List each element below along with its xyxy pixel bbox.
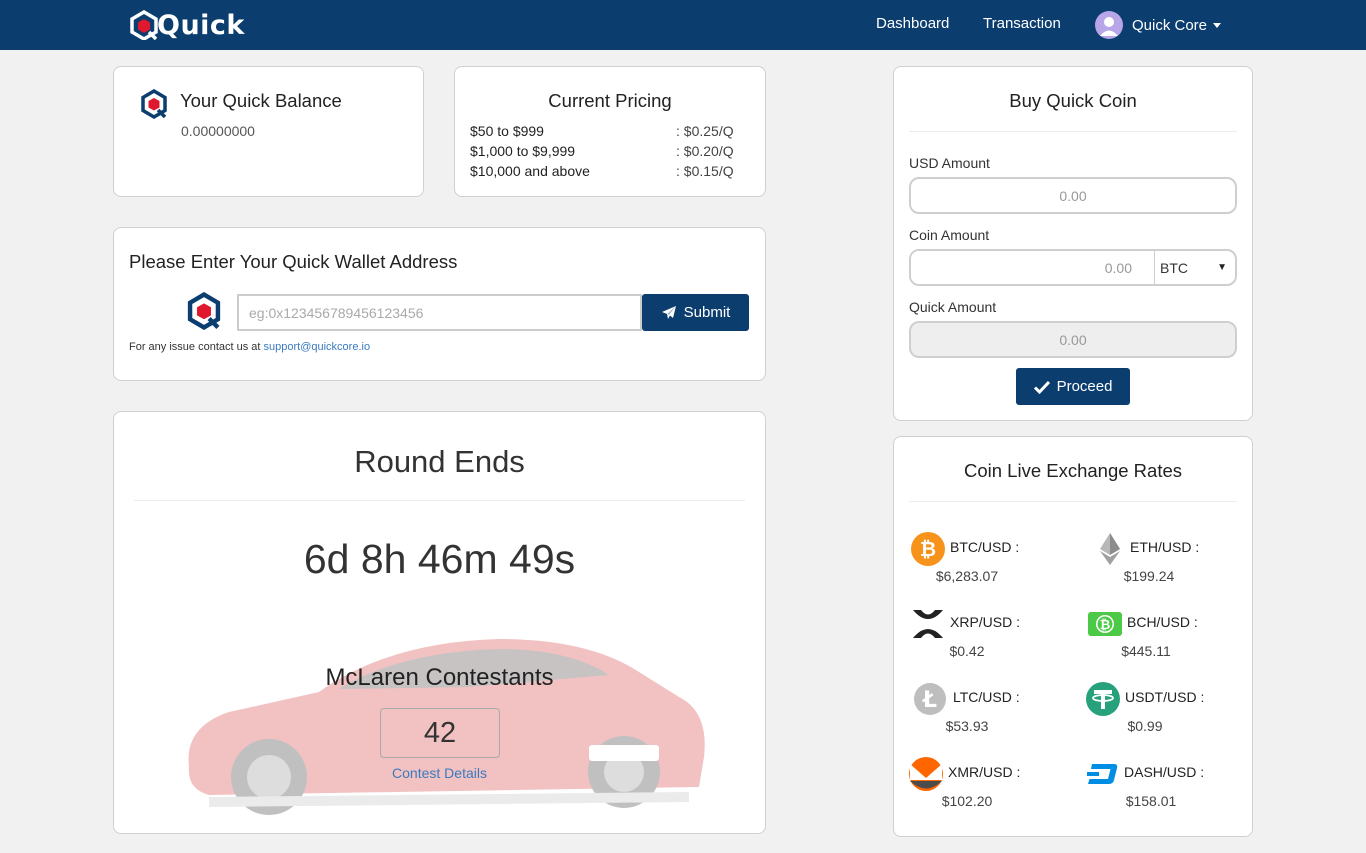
price-rate: : $0.25/Q [676,123,734,139]
buy-card: Buy Quick Coin USD Amount Coin Amount BT… [893,66,1253,421]
proceed-button[interactable]: Proceed [1016,368,1130,405]
proceed-label: Proceed [1056,378,1113,395]
coin-select-value: BTC [1160,259,1188,276]
wallet-address-input[interactable] [237,294,642,331]
price-rate: : $0.15/Q [676,163,734,179]
quick-coin-icon [141,89,167,119]
wallet-title: Please Enter Your Quick Wallet Address [129,251,458,272]
wallet-card: Please Enter Your Quick Wallet Address S… [113,227,766,381]
round-title: Round Ends [354,444,525,479]
coin-amount-input[interactable] [911,251,1155,284]
contest-title: McLaren Contestants [325,664,554,691]
coin-amount-group: BTC ▼ [909,249,1237,286]
rate-pair: DASH/USD : [1124,764,1205,780]
round-card: Round Ends 6d 8h 46m 49s McLaren Contest… [113,411,766,834]
exchange-rates-card: Coin Live Exchange Rates ₿ BTC/USD : $6,… [893,436,1253,837]
dash-icon [1087,764,1118,784]
quick-coin-icon [187,292,221,330]
rate-pair: BTC/USD : [950,539,1020,555]
rate-pair: BCH/USD : [1127,614,1198,630]
countdown-timer: 6d 8h 46m 49s [303,536,576,582]
submit-label: Submit [683,304,731,321]
rate-price: $6,283.07 [935,568,999,584]
price-rate: : $0.20/Q [676,143,734,159]
rate-pair: USDT/USD : [1125,689,1205,705]
rates-title: Coin Live Exchange Rates [963,460,1183,481]
support-text: For any issue contact us at support@quic… [129,341,370,353]
litecoin-icon: Ł [914,683,946,715]
balance-title: Your Quick Balance [180,90,342,111]
svg-text:₿: ₿ [920,537,936,561]
user-icon [1100,17,1118,36]
brand-logo[interactable]: Quick [130,8,245,42]
submit-button[interactable]: Submit [642,294,749,331]
divider [909,501,1237,502]
quick-logo-icon [130,10,158,40]
brand-name: Quick [157,9,245,41]
price-range: $50 to $999 [470,123,544,139]
rate-pair: XMR/USD : [948,764,1021,780]
check-icon [1033,380,1050,394]
contest-details-link[interactable]: Contest Details [114,765,765,781]
bitcoin-icon: ₿ [911,532,945,566]
monero-icon [909,757,943,791]
nav-transaction-link[interactable]: Transaction [983,15,1061,32]
ethereum-icon [1100,533,1120,565]
support-prefix: For any issue contact us at [129,341,264,353]
user-name: Quick Core [1132,16,1208,34]
paper-plane-icon [661,305,676,319]
top-navbar: Quick Dashboard Transaction Quick Core [0,0,1366,50]
price-range: $1,000 to $9,999 [470,143,576,159]
rate-price: $102.20 [941,793,993,809]
balance-card: Your Quick Balance 0.00000000 [113,66,424,197]
rate-price: $0.99 [1127,718,1163,734]
rate-price: $199.24 [1123,568,1175,584]
pricing-title: Current Pricing [548,90,672,111]
rate-price: $158.01 [1125,793,1177,809]
usd-amount-label: USD Amount [909,155,990,171]
bitcoin-cash-icon: ₿ [1088,612,1122,636]
xrp-icon [913,610,943,638]
quick-amount-input [909,321,1237,358]
price-range: $10,000 and above [470,163,590,179]
nav-dashboard-link[interactable]: Dashboard [876,15,949,32]
avatar [1095,11,1123,39]
coin-select[interactable]: BTC ▼ [1155,251,1235,284]
tether-icon [1086,682,1120,716]
rate-pair: XRP/USD : [950,614,1021,630]
user-menu[interactable]: Quick Core [1095,11,1222,39]
rate-price: $0.42 [949,643,985,659]
divider [909,131,1237,132]
pricing-card: Current Pricing $50 to $999 : $0.25/Q $1… [454,66,766,197]
contestant-count: 42 [380,708,500,758]
rate-pair: ETH/USD : [1130,539,1200,555]
svg-text:Ł: Ł [922,688,937,713]
rate-price: $445.11 [1121,643,1171,659]
price-row: $50 to $999 : $0.25/Q [470,123,745,139]
svg-text:₿: ₿ [1100,618,1111,633]
usd-amount-input[interactable] [909,177,1237,214]
buy-title: Buy Quick Coin [1009,90,1137,111]
coin-amount-label: Coin Amount [909,227,990,243]
balance-value: 0.00000000 [181,123,255,139]
rate-pair: LTC/USD : [953,689,1020,705]
divider [134,500,745,501]
quick-amount-label: Quick Amount [909,299,997,315]
chevron-down-icon [1213,22,1222,28]
rate-price: $53.93 [945,718,989,734]
price-row: $10,000 and above : $0.15/Q [470,163,745,179]
price-row: $1,000 to $9,999 : $0.20/Q [470,143,745,159]
chevron-down-icon: ▼ [1217,262,1227,273]
support-email-link[interactable]: support@quickcore.io [264,341,371,353]
